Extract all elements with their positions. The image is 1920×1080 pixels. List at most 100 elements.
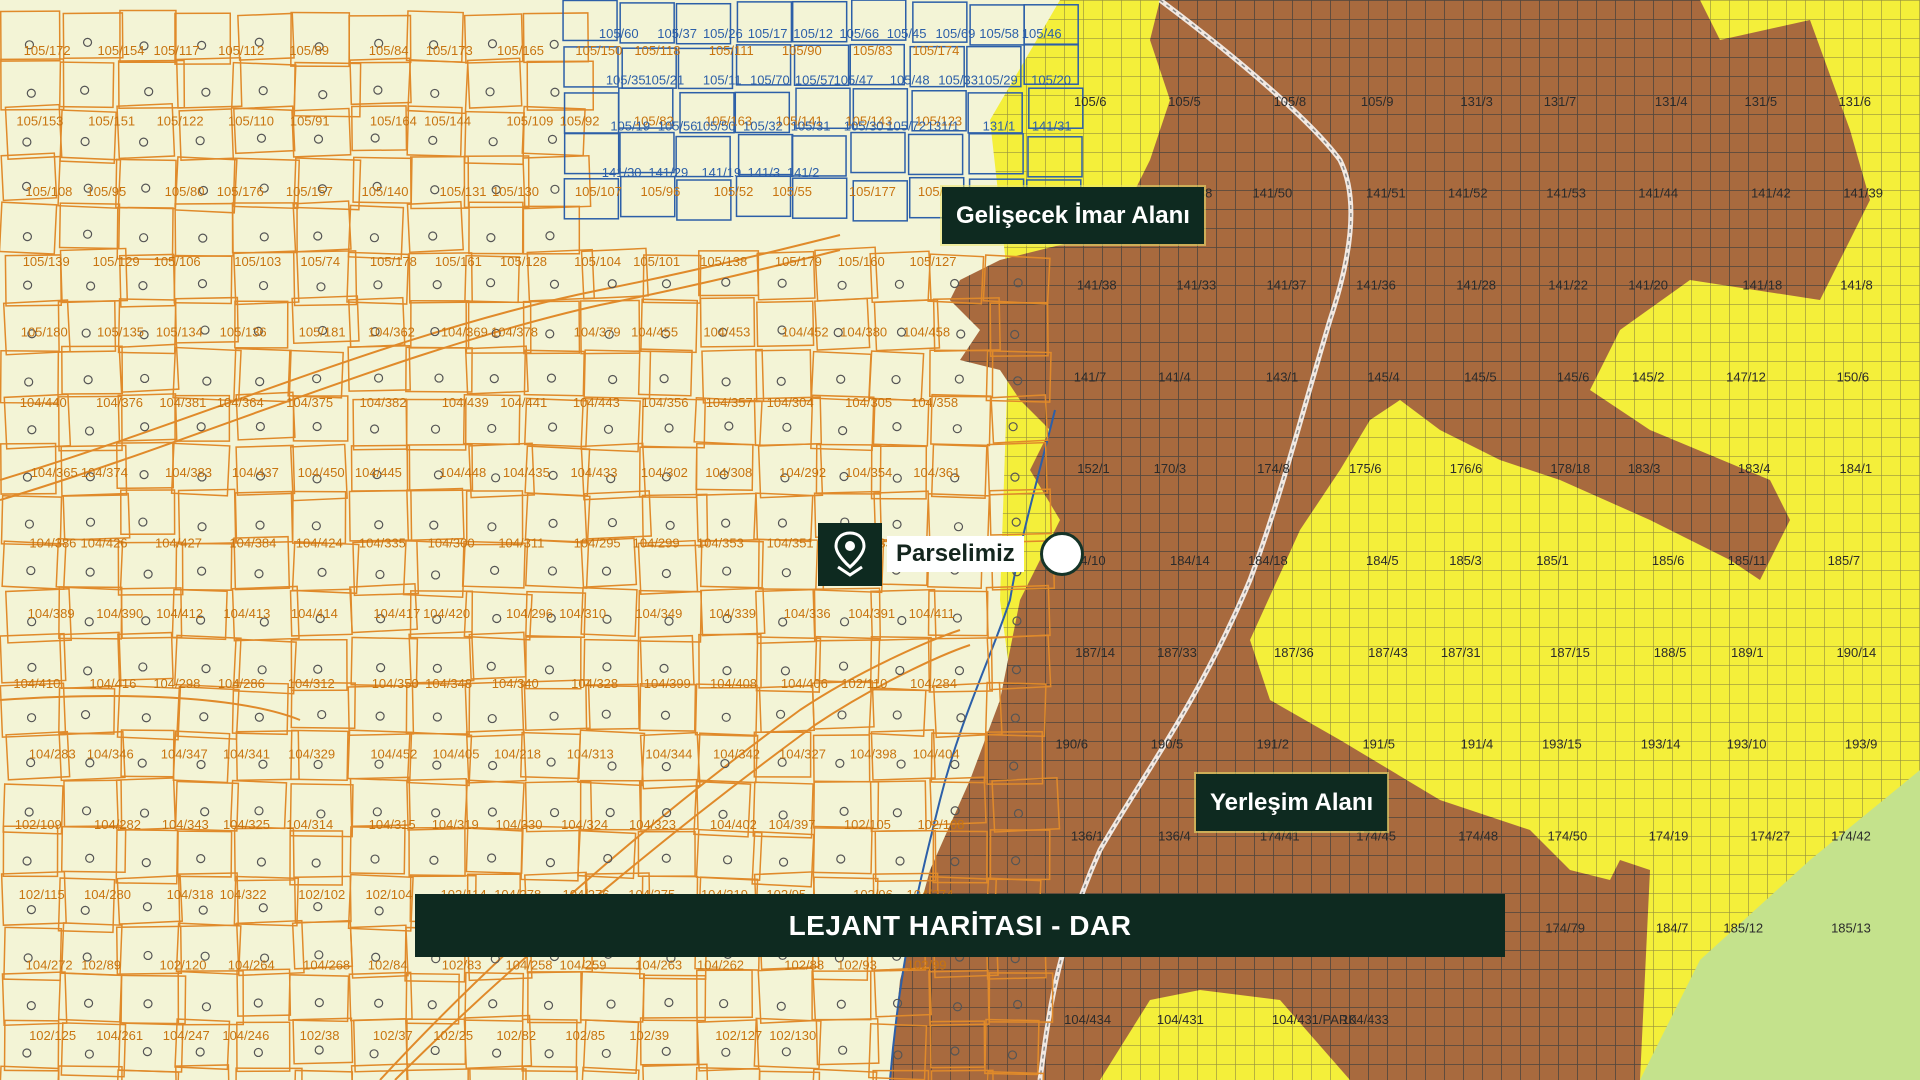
- parcel-number: 105/57: [795, 72, 835, 87]
- parcel-number: 105/90: [782, 43, 822, 58]
- parcel-number: 105/178: [370, 254, 417, 269]
- parcel-number: 185/12: [1723, 920, 1763, 935]
- parcel-number: 104/259: [560, 958, 607, 973]
- parcel-number: 105/48: [890, 72, 930, 87]
- parcel-number: 105/30: [844, 119, 884, 134]
- parcel-number: 145/6: [1557, 369, 1590, 384]
- parcel-number: 105/33: [938, 72, 978, 87]
- parcel-number: 104/322: [220, 887, 267, 902]
- parcel-number: 104/450: [298, 465, 345, 480]
- parcel-number: 105/12: [793, 26, 833, 41]
- parcel-number: 183/3: [1628, 461, 1661, 476]
- parcel-number: 183/4: [1738, 461, 1771, 476]
- parcel-number: 102/130: [769, 1028, 816, 1043]
- parcel-number: 105/35: [606, 72, 646, 87]
- parcel-number: 145/4: [1367, 369, 1400, 384]
- parcel-number: 141/36: [1356, 278, 1396, 293]
- parcel-number: 131/3: [1460, 94, 1493, 109]
- parcel-number: 104/416: [89, 676, 136, 691]
- parcel-number: 105/74: [300, 254, 340, 269]
- parcel-number: 105/95: [86, 184, 126, 199]
- map-pin-icon[interactable]: [818, 523, 882, 586]
- parcel-number: 105/101: [633, 254, 680, 269]
- parcel-number: 105/172: [24, 43, 71, 58]
- parcel-number: 104/300: [428, 536, 475, 551]
- parcel-number: 105/66: [839, 26, 879, 41]
- parcel-number: 104/417: [373, 606, 420, 621]
- parcel-number: 131/1: [927, 119, 960, 134]
- parcel-number: 102/115: [19, 887, 65, 902]
- parcel-number: 141/39: [1843, 186, 1883, 201]
- parcel-number: 145/2: [1632, 369, 1665, 384]
- parcel-number: 193/10: [1727, 737, 1767, 752]
- parcel-number: 191/2: [1256, 737, 1289, 752]
- parcel-number: 104/445: [355, 465, 402, 480]
- parcel-number: 191/4: [1461, 737, 1494, 752]
- parcel-number: 104/263: [635, 958, 682, 973]
- parcel-number: 105/134: [156, 325, 203, 340]
- parcel-number: 141/53: [1546, 186, 1586, 201]
- parcel-number: 105/91: [290, 114, 330, 129]
- parcel-number: 141/8: [1840, 278, 1873, 293]
- parcel-number: 102/89: [81, 958, 121, 973]
- parcel-number: 104/353: [697, 536, 744, 551]
- parcel-number: 105/92: [560, 114, 600, 129]
- parcel-number: 136/1: [1071, 828, 1104, 843]
- parcel-number: 105/26: [703, 26, 743, 41]
- parcel-number: 136/4: [1158, 828, 1191, 843]
- parcel-number: 104/350: [372, 676, 419, 691]
- parcel-number: 104/390: [96, 606, 143, 621]
- parcel-number: 104/315: [369, 817, 416, 832]
- parcel-number: 104/311: [498, 536, 544, 551]
- parcel-number: 104/329: [288, 747, 335, 762]
- parcel-number: 105/8: [1274, 94, 1307, 109]
- parcel-number: 105/136: [220, 325, 267, 340]
- parcel-number: 131/7: [1544, 94, 1577, 109]
- parcel-number: 105/140: [362, 184, 409, 199]
- parcel-number: 104/369: [441, 325, 488, 340]
- parcel-number: 104/433: [1342, 1012, 1389, 1027]
- parcel-number: 193/15: [1542, 737, 1582, 752]
- parcel-number: 141/28: [1456, 278, 1496, 293]
- parcel-number: 104/452: [370, 747, 417, 762]
- parcel-number: 105/180: [21, 325, 68, 340]
- parcel-number: 105/31: [791, 119, 831, 134]
- parcel-number: 105/173: [426, 43, 473, 58]
- parcel-number: 191/5: [1362, 737, 1395, 752]
- parcel-number: 104/431: [1157, 1012, 1204, 1027]
- parcel-number: 102/104: [365, 887, 412, 902]
- parcel-number: 105/6: [1074, 94, 1107, 109]
- parcel-number: 104/218: [494, 747, 541, 762]
- parcel-number: 105/151: [88, 114, 135, 129]
- parcel-number: 105/129: [93, 254, 140, 269]
- parcel-number: 104/397: [769, 817, 816, 832]
- parcel-number: 102/109: [15, 817, 62, 832]
- parcel-number: 131/1: [983, 119, 1016, 134]
- parcel-location-dot[interactable]: [1040, 532, 1084, 576]
- parcel-number: 141/42: [1751, 186, 1791, 201]
- parcel-number: 104/347: [161, 747, 208, 762]
- parcel-number: 104/439: [442, 395, 489, 410]
- parcel-number: 104/258: [506, 958, 553, 973]
- parcel-number: 104/412: [156, 606, 203, 621]
- parcel-number: 104/453: [703, 325, 750, 340]
- parcel-number: 102/37: [373, 1028, 413, 1043]
- parcel-number: 104/389: [28, 606, 75, 621]
- parcel-number: 104/295: [574, 536, 621, 551]
- parcel-number: 105/32: [743, 119, 783, 134]
- parcel-number: 105/138: [700, 254, 747, 269]
- parcel-number: 104/384: [229, 536, 276, 551]
- parcel-number: 104/374: [81, 465, 128, 480]
- parcel-number: 105/50: [696, 119, 736, 134]
- parcel-number: 184/1: [1840, 461, 1873, 476]
- parcel-number: 185/6: [1652, 553, 1685, 568]
- parcel-number: 102/105: [844, 817, 891, 832]
- parcel-number: 104/364: [217, 395, 264, 410]
- parcel-number: 105/144: [424, 114, 471, 129]
- parcel-number: 184/7: [1656, 920, 1689, 935]
- parcel-number: 104/296: [506, 606, 553, 621]
- parcel-number: 105/139: [23, 254, 70, 269]
- parcel-marker-label[interactable]: Parselimiz: [887, 536, 1024, 572]
- parcel-number: 104/441: [500, 395, 547, 410]
- parcel-number: 131/4: [1655, 94, 1688, 109]
